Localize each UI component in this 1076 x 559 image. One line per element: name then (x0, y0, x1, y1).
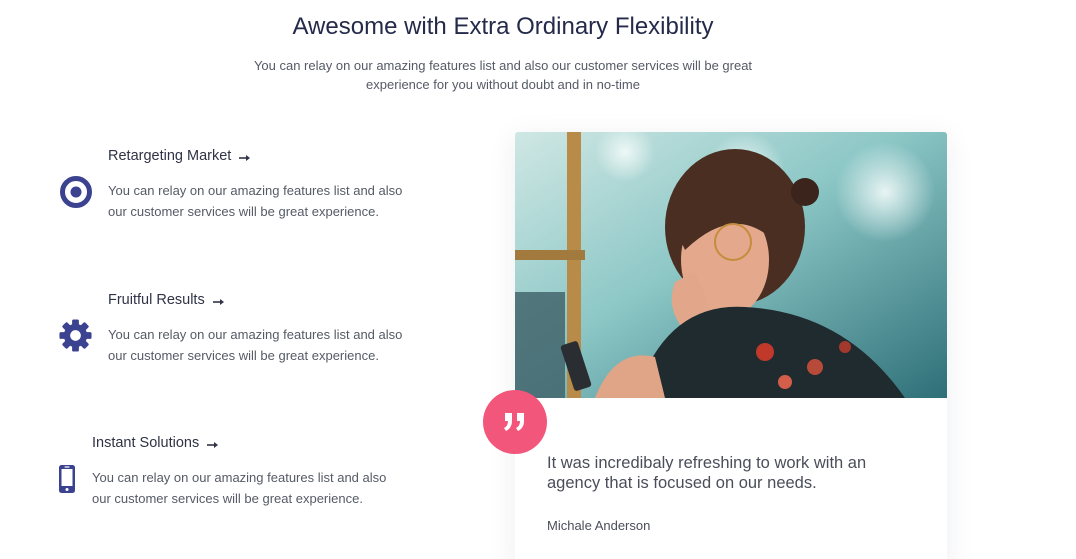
feature-item-retargeting: Retargeting Market You can relay on our … (108, 148, 408, 222)
feature-item-instant-solutions: Instant Solutions You can relay on our a… (92, 435, 392, 509)
quote-icon (483, 390, 547, 454)
arrow-right-icon (207, 438, 219, 448)
target-icon (58, 174, 94, 215)
feature-title: Fruitful Results (108, 292, 205, 308)
feature-title-link[interactable]: Retargeting Market (108, 148, 408, 164)
gear-icon (58, 318, 93, 358)
section-subtitle: You can relay on our amazing features li… (253, 58, 753, 92)
testimonial-quote: It was incredibaly refreshing to work wi… (547, 454, 867, 492)
section-title: Awesome with Extra Ordinary Flexibility (292, 13, 714, 40)
mobile-phone-icon (58, 464, 76, 499)
testimonial-author: Michale Anderson (547, 518, 651, 533)
testimonial-photo (515, 132, 947, 398)
feature-title: Instant Solutions (92, 435, 200, 451)
features-section: Awesome with Extra Ordinary Flexibility … (0, 0, 1076, 559)
feature-title-link[interactable]: Instant Solutions (92, 435, 392, 451)
testimonial-card (515, 132, 947, 559)
feature-title-link[interactable]: Fruitful Results (108, 292, 408, 308)
feature-title: Retargeting Market (108, 148, 232, 164)
arrow-right-icon (212, 295, 225, 305)
arrow-right-icon (239, 151, 251, 161)
feature-description: You can relay on our amazing features li… (108, 183, 403, 219)
feature-description: You can relay on our amazing features li… (108, 327, 403, 363)
feature-description: You can relay on our amazing features li… (92, 470, 387, 506)
feature-item-fruitful-results: Fruitful Results You can relay on our am… (108, 292, 408, 366)
